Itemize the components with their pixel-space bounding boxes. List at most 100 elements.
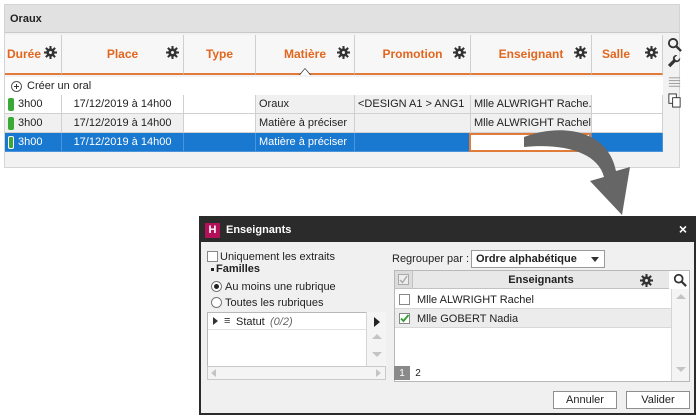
teacher-name: Mlle ALWRIGHT Rachel — [417, 294, 534, 306]
radio-label: Au moins une rubrique — [225, 281, 336, 293]
gear-icon[interactable] — [453, 46, 466, 59]
cell-enseignant: Mlle ALWRIGHT Rache... — [471, 95, 592, 114]
cell-promotion — [355, 114, 471, 133]
tree-item-count: (0/2) — [270, 316, 293, 328]
group-by-value: Ordre alphabétique — [476, 253, 577, 265]
teachers-scrollbar[interactable] — [671, 289, 689, 381]
tree-hscrollbar[interactable] — [207, 366, 386, 380]
column-header-label: Promotion — [382, 47, 443, 61]
side-toolbar — [665, 35, 683, 115]
gear-icon[interactable] — [645, 46, 658, 59]
scroll-down-icon[interactable] — [676, 367, 686, 372]
check-icon — [398, 274, 409, 285]
tree-item-statut[interactable]: ≡ Statut (0/2) — [208, 313, 366, 330]
scroll-left-icon[interactable] — [211, 369, 216, 377]
column-header-duree[interactable]: Durée — [5, 35, 62, 75]
column-header-label: Salle — [601, 47, 631, 61]
chevron-down-icon — [591, 257, 599, 262]
teacher-row[interactable]: Mlle ALWRIGHT Rachel — [395, 290, 671, 309]
expand-triangle-icon[interactable] — [213, 317, 218, 325]
plus-circle-icon — [11, 80, 22, 92]
only-extracts-checkbox[interactable] — [207, 251, 218, 262]
play-arrow-icon[interactable] — [374, 317, 380, 327]
curved-arrow-icon — [524, 130, 630, 215]
teacher-checkbox-checked[interactable] — [399, 313, 410, 324]
tree-scrollbar[interactable] — [366, 312, 386, 366]
gear-icon[interactable] — [337, 46, 350, 59]
cell-type — [184, 95, 256, 114]
column-header-salle[interactable]: Salle — [592, 35, 663, 75]
page-1-button[interactable]: 1 — [394, 366, 410, 380]
only-extracts-label: Uniquement les extraits — [220, 251, 335, 263]
teachers-list: Enseignants Mlle ALWRIGHT Rachel Mlle GO… — [394, 270, 690, 382]
select-all-checkbox[interactable] — [395, 271, 413, 289]
scroll-down-icon[interactable] — [372, 352, 382, 357]
gear-icon[interactable] — [44, 46, 57, 59]
column-header-matiere[interactable]: Matière — [256, 35, 355, 75]
bullet-icon — [211, 268, 214, 271]
cell-matiere: Oraux — [256, 95, 355, 114]
scroll-up-icon[interactable] — [372, 334, 382, 339]
wrench-icon[interactable] — [667, 55, 682, 70]
page-2-button[interactable]: 2 — [410, 366, 426, 380]
column-header-enseignant[interactable]: Enseignant — [471, 35, 592, 75]
list-lines-icon: ≡ — [224, 315, 231, 327]
group-by-select[interactable]: Ordre alphabétique — [471, 250, 605, 268]
copy-icon[interactable] — [667, 93, 682, 108]
column-header-label: Type — [205, 47, 234, 61]
table-row[interactable]: 3h00 17/12/2019 à 14h00 Oraux <DESIGN A1… — [5, 95, 663, 114]
column-header-promotion[interactable]: Promotion — [355, 35, 471, 75]
list-header-label: Enseignants — [508, 273, 574, 286]
cell-text: 3h00 — [18, 98, 43, 110]
status-pill-icon — [8, 135, 14, 149]
gear-icon[interactable] — [166, 46, 179, 59]
teacher-row[interactable]: Mlle GOBERT Nadia — [395, 309, 671, 328]
cell-promotion — [355, 133, 471, 152]
cell-text: 3h00 — [18, 136, 43, 148]
radio-au-moins-une-rubrique[interactable] — [211, 281, 222, 292]
panel-title: Oraux — [5, 5, 679, 33]
search-icon[interactable] — [667, 37, 682, 52]
cancel-button[interactable]: Annuler — [553, 391, 617, 409]
tree-item-label: Statut — [236, 316, 265, 328]
cell-salle — [592, 95, 663, 114]
scroll-up-icon[interactable] — [676, 294, 686, 299]
list-column-header[interactable]: Enseignants — [413, 271, 669, 289]
gear-icon[interactable] — [574, 46, 587, 59]
validate-button[interactable]: Valider — [626, 391, 690, 409]
cell-place: 17/12/2019 à 14h00 — [62, 133, 184, 152]
column-header-label: Place — [106, 47, 139, 61]
pager: 1 2 — [394, 366, 430, 380]
column-header-label: Enseignant — [498, 47, 564, 61]
cell-duree: 3h00 — [5, 114, 62, 133]
cell-matiere: Matière à préciser — [256, 133, 355, 152]
cell-type — [184, 114, 256, 133]
families-label: Familles — [216, 263, 261, 275]
cell-duree: 3h00 — [5, 95, 62, 114]
search-icon[interactable] — [673, 273, 687, 287]
cell-place: 17/12/2019 à 14h00 — [62, 114, 184, 133]
group-by-label: Regrouper par : — [392, 253, 470, 265]
column-header-label: Matière — [283, 47, 327, 61]
column-header-place[interactable]: Place — [62, 35, 184, 75]
create-oral-row[interactable]: Créer un oral — [5, 77, 663, 95]
teacher-checkbox[interactable] — [399, 294, 410, 305]
close-icon[interactable]: × — [679, 222, 687, 236]
radio-label: Toutes les rubriques — [225, 297, 324, 309]
app-logo-icon: H — [205, 222, 220, 238]
cell-text: 3h00 — [18, 117, 43, 129]
enseignants-dialog: H Enseignants × Uniquement les extraits … — [199, 216, 696, 415]
cell-type — [184, 133, 256, 152]
list-icon — [668, 77, 681, 87]
dialog-title: Enseignants — [226, 224, 292, 236]
gear-icon[interactable] — [640, 274, 653, 287]
teacher-name: Mlle GOBERT Nadia — [417, 313, 519, 325]
cell-matiere: Matière à préciser — [256, 114, 355, 133]
column-header-type[interactable]: Type — [184, 35, 256, 75]
cell-place: 17/12/2019 à 14h00 — [62, 95, 184, 114]
scroll-right-icon[interactable] — [376, 369, 381, 377]
create-oral-label: Créer un oral — [27, 80, 92, 92]
dialog-titlebar: H Enseignants × — [201, 218, 694, 242]
radio-toutes-les-rubriques[interactable] — [211, 297, 222, 308]
status-pill-icon — [8, 116, 14, 130]
